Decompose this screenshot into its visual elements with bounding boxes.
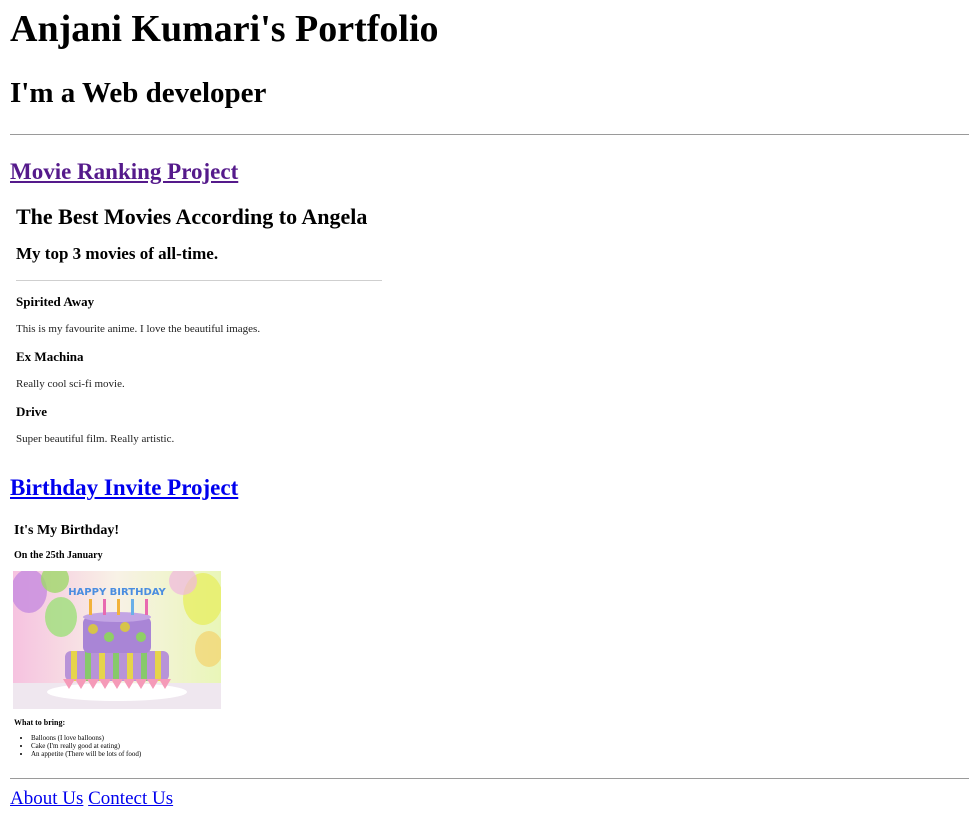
birthday-invite-preview: It's My Birthday! On the 25th January HA… [10, 520, 250, 770]
about-us-link[interactable]: About Us [10, 788, 83, 809]
movie-description: Super beautiful film. Really artistic. [16, 433, 175, 445]
page-subtitle: I'm a Web developer [10, 77, 267, 109]
what-to-bring-list: Balloons (I love balloons) Cake (I'm rea… [14, 734, 141, 758]
footer: About Us Contect Us [10, 788, 173, 810]
movie-ranking-preview: The Best Movies According to Angela My t… [10, 198, 388, 460]
cake-candle-text: HAPPY BIRTHDAY [68, 587, 166, 598]
birthday-preview-title: It's My Birthday! [14, 523, 119, 538]
movie-description: This is my favourite anime. I love the b… [16, 323, 261, 335]
birthday-invite-project-link[interactable]: Birthday Invite Project [10, 474, 238, 502]
contact-us-link[interactable]: Contect Us [88, 788, 173, 809]
movie-preview-subtitle: My top 3 movies of all-time. [16, 244, 219, 263]
birthday-preview-date: On the 25th January [14, 550, 103, 561]
movie-description: Really cool sci-fi movie. [16, 378, 125, 390]
list-item: Balloons (I love balloons) [31, 734, 141, 742]
movie-preview-title: The Best Movies According to Angela [16, 204, 368, 229]
header-divider [10, 134, 969, 135]
movie-name: Spirited Away [16, 294, 95, 309]
movie-ranking-project-link[interactable]: Movie Ranking Project [10, 158, 238, 186]
birthday-cake-image: HAPPY BIRTHDAY [13, 571, 221, 709]
footer-divider [10, 778, 969, 779]
movie-name: Ex Machina [16, 349, 84, 364]
movie-name: Drive [16, 404, 48, 419]
what-to-bring-heading: What to bring: [14, 718, 66, 727]
list-item: Cake (I'm really good at eating) [31, 742, 141, 750]
page-title: Anjani Kumari's Portfolio [10, 8, 439, 50]
list-item: An appetite (There will be lots of food) [31, 750, 141, 758]
movie-preview-divider [16, 280, 382, 281]
